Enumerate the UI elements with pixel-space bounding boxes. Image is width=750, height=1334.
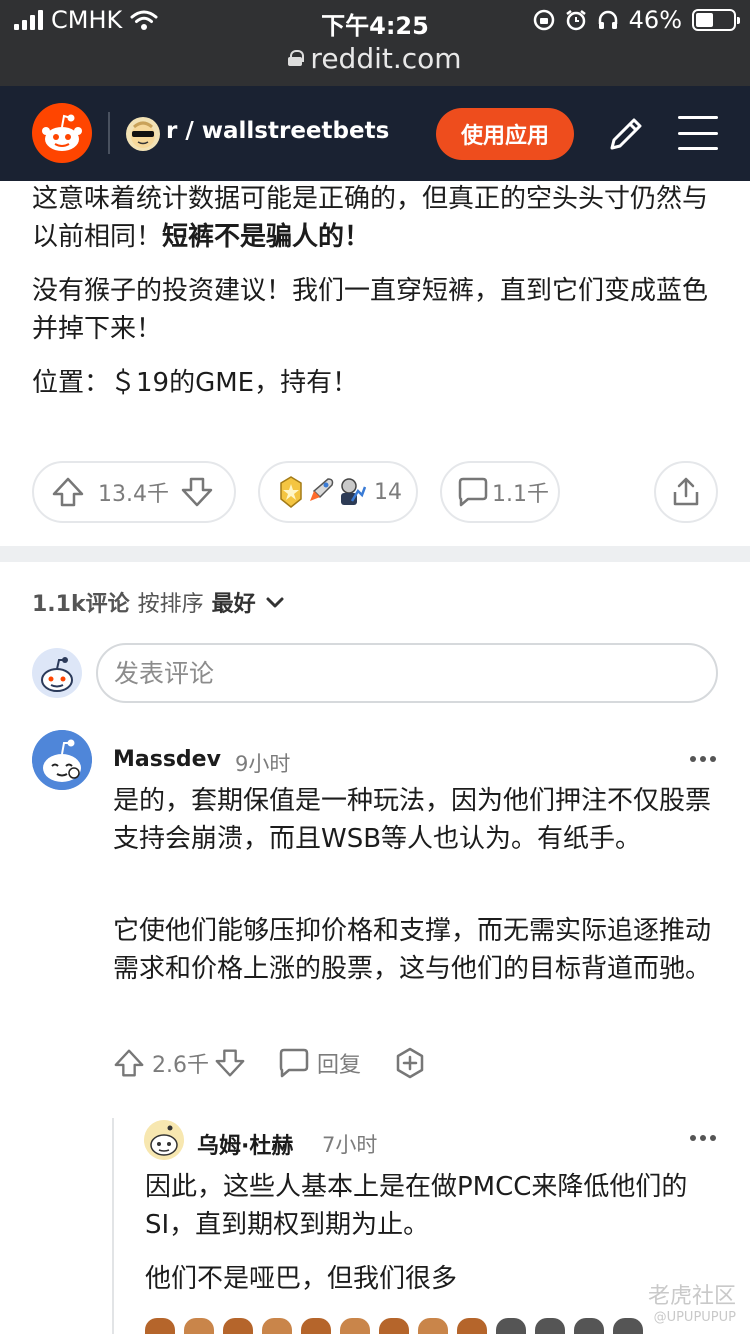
- header-divider: [108, 112, 110, 154]
- thread-line[interactable]: [112, 1118, 114, 1334]
- comment-sort-bar[interactable]: 1.1k评论 按排序 最好: [32, 586, 286, 618]
- comments-count: 1.1千: [492, 482, 549, 507]
- monkey-emoji-icon: [262, 1318, 292, 1334]
- wifi-icon: [130, 10, 158, 30]
- comment-author[interactable]: 乌姆·杜赫: [197, 1128, 293, 1160]
- comment-time: 7小时: [322, 1133, 378, 1157]
- comment-body-paragraph: 它使他们能够压抑价格和支撑，而无需实际追逐推动需求和价格上涨的股票，这与他们的目…: [113, 916, 712, 984]
- comment-body-paragraph: 因此，这些人基本上是在做PMCC来降低他们的SI，直到期权到期为止。: [145, 1172, 688, 1240]
- comment-time: 9小时: [235, 752, 291, 776]
- comments-pill[interactable]: 1.1千: [440, 461, 560, 523]
- status-right: 46%: [533, 6, 740, 34]
- post-paragraph-3: 位置：＄19的GME，持有！: [32, 368, 359, 398]
- reply-label[interactable]: 回复: [317, 1047, 361, 1079]
- more-options-icon[interactable]: [690, 756, 716, 762]
- headphones-icon: [598, 10, 617, 29]
- section-divider: [0, 546, 750, 562]
- carrier-label: CMHK: [51, 6, 123, 34]
- status-bar: CMHK 下午4:25 46%: [0, 0, 750, 40]
- emoji-row: [145, 1318, 643, 1334]
- battery-percent: 46%: [628, 6, 682, 34]
- downvote-icon[interactable]: [213, 1046, 247, 1080]
- gorilla-emoji-icon: [535, 1318, 565, 1334]
- monkey-emoji-icon: [145, 1318, 175, 1334]
- awards-count: 14: [374, 479, 402, 505]
- gorilla-emoji-icon: [301, 1318, 331, 1334]
- subreddit-avatar[interactable]: [126, 117, 160, 151]
- post-vote-count: 13.4千: [98, 482, 169, 507]
- comment-actions: 2.6千 回复: [112, 1046, 427, 1080]
- watermark-sub: @UPUPUPUP: [653, 1310, 736, 1325]
- browser-chrome: CMHK 下午4:25 46% reddit.com: [0, 0, 750, 86]
- chevron-down-icon[interactable]: [264, 591, 286, 613]
- post-paragraph-1: 这意味着统计数据可能是正确的，但真正的空头头寸仍然与以前相同！短裤不是骗人的！: [32, 180, 722, 256]
- gorilla-emoji-icon: [574, 1318, 604, 1334]
- url-text: reddit.com: [310, 41, 462, 75]
- watermark-main: 老虎社区: [647, 1284, 736, 1309]
- upvote-icon[interactable]: [112, 1046, 146, 1080]
- rotation-lock-icon: [533, 9, 554, 31]
- pencil-icon[interactable]: [604, 112, 648, 156]
- awards-pill[interactable]: 14: [258, 461, 418, 523]
- monkey-emoji-icon: [184, 1318, 214, 1334]
- reply-bubble-icon[interactable]: [277, 1047, 311, 1079]
- post-text-bold: 短裤不是骗人的！: [162, 222, 371, 252]
- comment-input[interactable]: [96, 643, 718, 703]
- award-stonks-icon: [341, 478, 366, 505]
- lock-icon: [288, 50, 305, 66]
- comment-body-paragraph: 他们不是哑巴，但我们很多: [145, 1264, 458, 1294]
- watermark: 老虎社区 @UPUPUPUP: [648, 1278, 736, 1325]
- gorilla-emoji-icon: [613, 1318, 643, 1334]
- share-button[interactable]: [654, 461, 718, 523]
- alarm-icon: [565, 10, 586, 31]
- use-app-button[interactable]: 使用应用: [436, 108, 574, 160]
- comment-body-paragraph: 是的，套期保值是一种玩法，因为他们押注不仅股票支持会崩溃，而且WSB等人也认为。…: [113, 786, 712, 854]
- give-award-icon[interactable]: [393, 1046, 427, 1080]
- gorilla-emoji-icon: [379, 1318, 409, 1334]
- share-icon: [673, 477, 699, 506]
- vote-bar: 13.4千: [32, 461, 236, 523]
- monkey-emoji-icon: [418, 1318, 448, 1334]
- comment-vote-count: 2.6千: [152, 1053, 209, 1078]
- status-left: CMHK: [14, 6, 158, 34]
- comment-count-label: 1.1k评论: [32, 592, 130, 617]
- monkey-emoji-icon: [340, 1318, 370, 1334]
- gorilla-emoji-icon: [223, 1318, 253, 1334]
- subreddit-name[interactable]: r / wallstreetbets: [166, 118, 389, 144]
- upvote-icon[interactable]: [50, 474, 86, 510]
- sort-value[interactable]: 最好: [212, 586, 256, 618]
- cellular-signal-icon: [14, 10, 43, 30]
- hamburger-menu-icon[interactable]: [678, 116, 718, 150]
- more-options-icon[interactable]: [690, 1135, 716, 1141]
- address-bar[interactable]: reddit.com: [0, 38, 750, 78]
- gorilla-emoji-icon: [496, 1318, 526, 1334]
- downvote-icon[interactable]: [179, 474, 215, 510]
- award-medal-icon: [280, 476, 302, 508]
- battery-level: [696, 13, 713, 27]
- comment-author[interactable]: Massdev: [113, 747, 221, 772]
- award-rocket-icon: [310, 478, 334, 501]
- current-user-avatar[interactable]: [32, 648, 82, 698]
- reddit-logo-icon[interactable]: [32, 103, 92, 163]
- comment-bubble-icon: [458, 477, 488, 507]
- sort-prefix-label: 按排序: [137, 592, 204, 617]
- post-paragraph-2: 没有猴子的投资建议！我们一直穿短裤，直到它们变成蓝色并掉下来！: [32, 276, 709, 344]
- comment-author-avatar[interactable]: [32, 730, 92, 790]
- comment-author-avatar[interactable]: [144, 1120, 184, 1160]
- gorilla-emoji-icon: [457, 1318, 487, 1334]
- battery-icon: [692, 9, 740, 31]
